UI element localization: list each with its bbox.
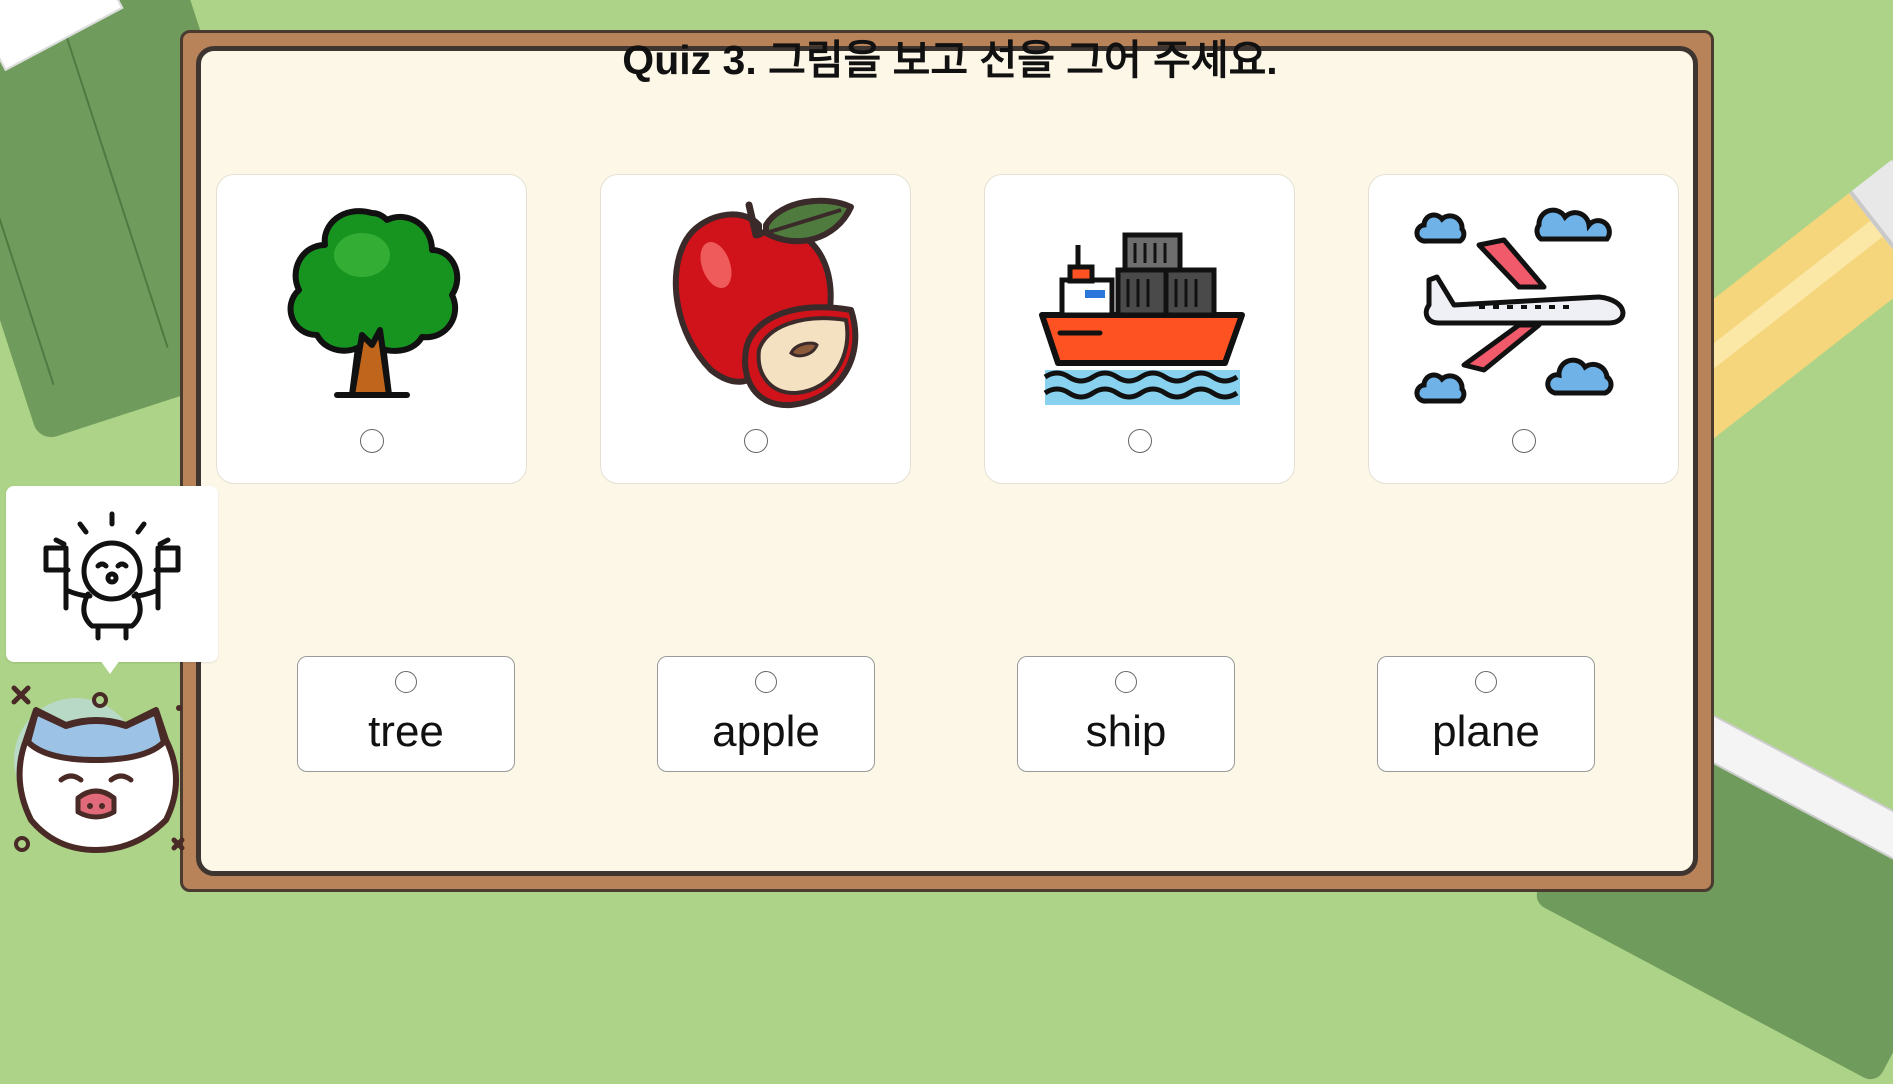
word-label: plane [1432, 707, 1540, 756]
picture-card-apple[interactable] [600, 174, 911, 484]
word-label: tree [368, 707, 444, 756]
mascot-icon[interactable] [6, 680, 196, 860]
hint-bubble[interactable] [6, 486, 218, 662]
word-tree-connector[interactable] [395, 671, 417, 693]
word-card-ship[interactable]: ship [1017, 656, 1235, 772]
quiz-title: Quiz 3. 그림을 보고 선을 그어 주세요. [622, 37, 1278, 83]
tree-icon [287, 208, 460, 398]
ship-icon [1038, 232, 1245, 405]
word-card-tree[interactable]: tree [297, 656, 515, 772]
picture-apple-connector[interactable] [743, 429, 768, 453]
word-ship-connector[interactable] [1115, 671, 1137, 693]
word-apple-connector[interactable] [755, 671, 777, 693]
picture-plane-connector[interactable] [1511, 429, 1536, 453]
airplane-icon [1413, 207, 1625, 404]
word-label: apple [712, 707, 820, 756]
picture-ship-connector[interactable] [1127, 429, 1152, 453]
word-card-apple[interactable]: apple [657, 656, 875, 772]
word-card-plane[interactable]: plane [1377, 656, 1595, 772]
cheering-character-icon [43, 511, 181, 641]
word-plane-connector[interactable] [1475, 671, 1497, 693]
apple-icon [672, 197, 858, 409]
picture-card-ship[interactable] [984, 174, 1295, 484]
hint-bubble-tail [100, 660, 120, 674]
picture-tree-connector[interactable] [359, 429, 384, 453]
word-label: ship [1085, 707, 1167, 756]
picture-card-tree[interactable] [216, 174, 527, 484]
picture-card-plane[interactable] [1368, 174, 1679, 484]
